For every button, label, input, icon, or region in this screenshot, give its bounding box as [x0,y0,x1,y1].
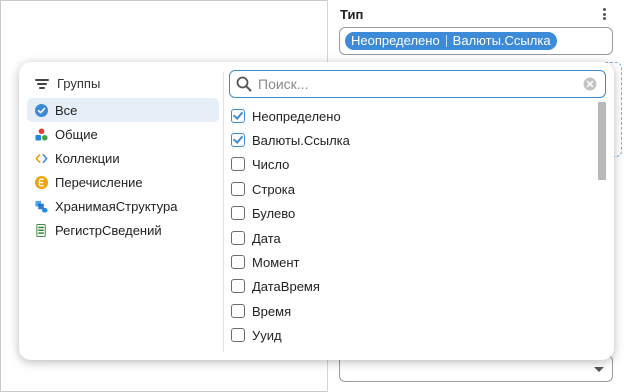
group-item-label: Общие [55,126,98,142]
type-chip[interactable]: Неопределено [345,32,446,50]
type-option[interactable]: Число [231,152,289,176]
type-chips: Неопределено Валюты.Ссылка [345,32,557,50]
clear-icon[interactable] [583,77,597,91]
groups-header: Группы [35,76,100,91]
group-item-label: ХранимаяСтруктура [55,198,178,214]
group-item-label: Перечисление [55,174,143,190]
type-option-label: Момент [252,254,300,270]
checkbox[interactable] [231,133,245,147]
group-item-collections[interactable]: Коллекции [27,146,219,170]
search-input[interactable] [258,76,558,92]
checkbox[interactable] [231,157,245,171]
type-option[interactable]: Неопределено [231,104,341,128]
checkbox[interactable] [231,206,245,220]
type-option[interactable]: Время [231,299,291,323]
groups-column: Группы Все Общие Коллекции Перечисление … [19,62,223,360]
search-icon [236,76,252,92]
shapes-icon [35,127,48,141]
group-item-all[interactable]: Все [27,98,219,122]
type-label: Тип [340,7,364,22]
stored-structure-icon [35,200,48,213]
scrollbar[interactable] [598,102,606,352]
type-option-label: Строка [252,181,296,197]
checkbox[interactable] [231,279,245,293]
type-chip[interactable]: Валюты.Ссылка [447,32,557,50]
type-option-label: Валюты.Ссылка [252,132,350,148]
type-option-label: Неопределено [252,108,341,124]
register-icon [36,223,46,237]
type-option[interactable]: Дата [231,226,281,250]
type-option[interactable]: Строка [231,177,295,201]
type-option[interactable]: ДатаВремя [231,274,320,298]
column-divider [223,72,224,352]
type-option[interactable]: Валюты.Ссылка [231,128,350,152]
group-item-enumeration[interactable]: Перечисление [27,170,219,194]
type-option[interactable]: Булево [231,201,295,225]
checkbox[interactable] [231,109,245,123]
type-field[interactable]: Неопределено Валюты.Ссылка [339,27,613,55]
angle-brackets-icon [35,153,48,163]
chevron-down-icon[interactable] [594,367,604,372]
type-option[interactable]: Момент [231,250,300,274]
group-item-stored-structure[interactable]: ХранимаяСтруктура [27,194,219,218]
type-option[interactable]: Ууид [231,323,282,347]
group-item-label: Все [55,102,78,118]
type-picker-popup: Группы Все Общие Коллекции Перечисление … [19,62,614,360]
type-option-label: Булево [252,205,296,221]
scrollbar-thumb[interactable] [598,102,606,180]
checkbox[interactable] [231,182,245,196]
checkbox[interactable] [231,255,245,269]
group-item-common[interactable]: Общие [27,122,219,146]
checkbox[interactable] [231,231,245,245]
check-circle-icon [35,103,48,117]
group-item-info-register[interactable]: РегистрСведений [27,218,219,242]
type-option-label: Число [252,156,290,172]
type-option-label: Ууид [252,327,282,343]
enum-e-icon [35,175,48,189]
checkbox[interactable] [231,304,245,318]
type-option-label: ДатаВремя [252,278,320,294]
checkbox[interactable] [231,328,245,342]
group-item-label: РегистрСведений [55,222,162,238]
more-menu-icon[interactable] [598,6,610,22]
type-option-label: Время [252,303,292,319]
type-option-label: Дата [252,230,281,246]
group-item-label: Коллекции [55,150,120,166]
filter-icon [35,78,49,89]
search-box[interactable] [229,70,606,98]
groups-header-label: Группы [57,76,101,91]
